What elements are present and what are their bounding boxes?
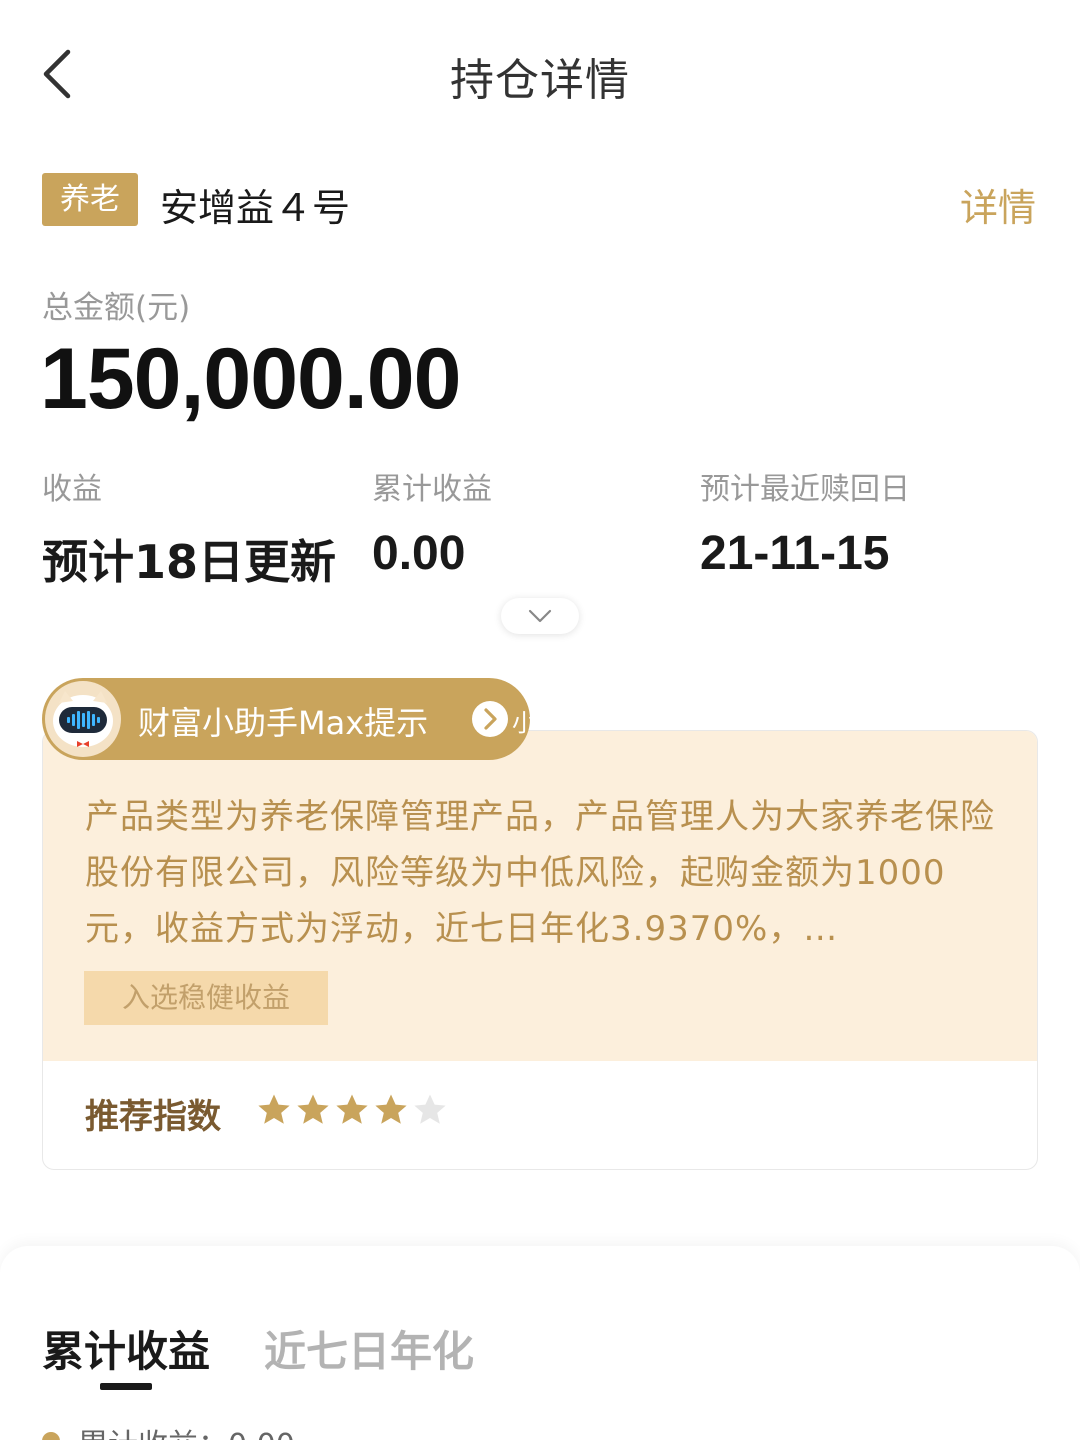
assistant-description: 产品类型为养老保障管理产品，产品管理人为大家养老保险股份有限公司，风险等级为中低… (85, 797, 995, 949)
total-amount-label: 总金额(元) (42, 290, 191, 326)
assistant-chip: 入选稳健收益 (84, 971, 328, 1025)
stat-income-label: 收益 (42, 472, 102, 507)
tab-cumulative-income[interactable]: 累计收益 (42, 1318, 210, 1379)
rating-stars (257, 1093, 452, 1133)
star-filled-icon (258, 1094, 290, 1124)
assistant-pill-label: 财富小助手Max提示 (138, 704, 429, 742)
star-empty-icon (414, 1094, 446, 1124)
product-name: 安增益４号 (160, 186, 351, 230)
stat-redemption-value: 21-11-15 (700, 527, 890, 580)
active-tab-indicator (100, 1383, 152, 1390)
expand-button[interactable] (501, 598, 579, 634)
stat-redemption-label: 预计最近赎回日 (700, 472, 910, 507)
page-title: 持仓详情 (450, 55, 630, 106)
arrow-right-icon (472, 701, 508, 737)
stat-income: 收益 预计18日更新 (42, 464, 336, 592)
assistant-card: 产品类型为养老保障管理产品，产品管理人为大家养老保险股份有限公司，风险等级为中低… (42, 730, 1038, 1170)
chevron-down-icon (528, 609, 552, 623)
product-header: 养老 安增益４号 详情 (42, 173, 1038, 232)
stat-cumulative-income: 累计收益 0.00 (372, 464, 492, 581)
product-category-badge: 养老 (42, 173, 138, 226)
tab-seven-day-annualized[interactable]: 近七日年化 (264, 1318, 474, 1379)
stat-cumulative-label: 累计收益 (372, 472, 492, 507)
star-filled-icon (375, 1094, 407, 1124)
legend-label: 累计收益：0.00 (78, 1420, 295, 1440)
stat-cumulative-value: 0.00 (372, 527, 466, 580)
nav-bar: 持仓详情 (0, 0, 1080, 145)
star-filled-icon (297, 1094, 329, 1124)
total-amount-value: 150,000.00 (40, 331, 461, 427)
assistant-pill-extra: 小 (512, 709, 536, 737)
assistant-tip-body: 产品类型为养老保障管理产品，产品管理人为大家养老保险股份有限公司，风险等级为中低… (43, 731, 1037, 1061)
star-filled-icon (336, 1094, 368, 1124)
detail-link[interactable]: 详情 (960, 177, 1036, 232)
stat-income-value: 预计18日更新 (42, 535, 337, 589)
recommend-label: 推荐指数 (85, 1097, 221, 1137)
assistant-pill-button[interactable]: 财富小助手Max提示 小 (42, 678, 536, 760)
stat-redemption-date: 预计最近赎回日 21-11-15 (700, 464, 910, 581)
robot-avatar-icon (45, 681, 121, 757)
